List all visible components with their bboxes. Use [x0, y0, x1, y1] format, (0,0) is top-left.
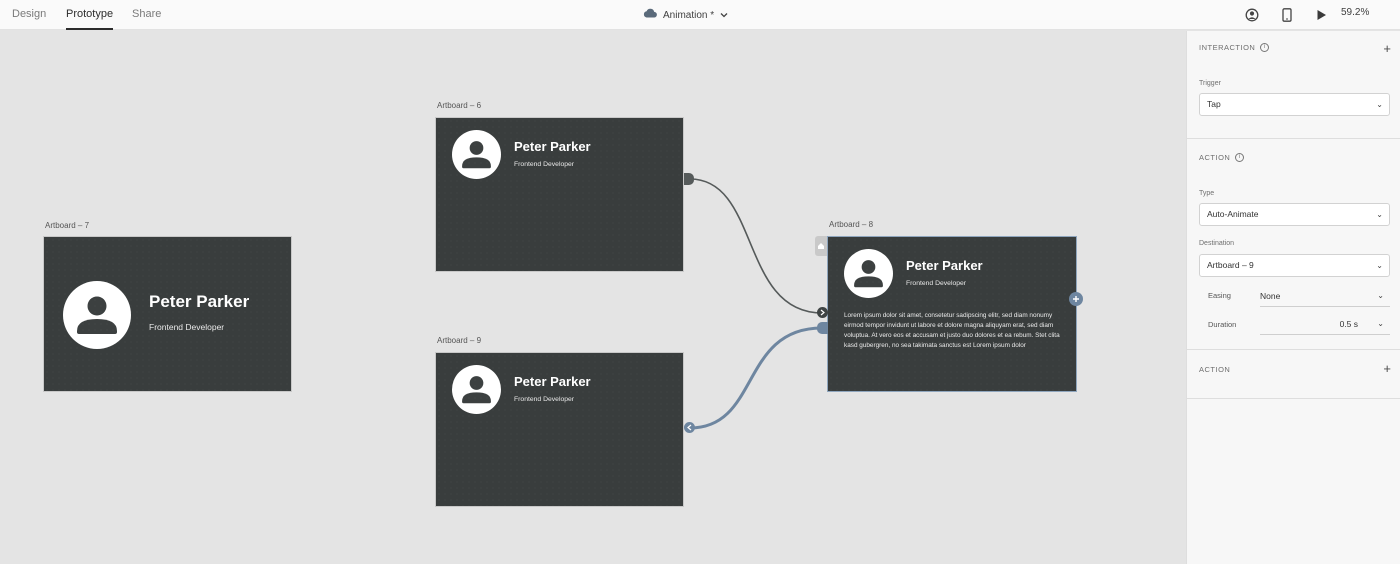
property-inspector: INTERACTION i + Trigger Tap ⌄ ACTION i T… [1186, 31, 1400, 564]
chevron-down-icon: ⌄ [1376, 100, 1383, 109]
profile-name: Peter Parker [149, 292, 250, 311]
artboard-8[interactable]: Peter Parker Frontend Developer Lorem ip… [827, 236, 1077, 392]
action-section-2: ACTION + [1187, 350, 1400, 399]
add-interaction-button[interactable]: + [1383, 42, 1391, 55]
profile-role: Frontend Developer [149, 322, 225, 332]
artboard-label[interactable]: Artboard – 7 [45, 221, 89, 230]
user-icon [77, 296, 117, 334]
artboard-9[interactable]: Peter Parker Frontend Developer [435, 352, 684, 507]
play-icon[interactable] [1312, 6, 1330, 24]
wire-artboard8-to-artboard9 [689, 326, 823, 430]
avatar [63, 281, 131, 349]
easing-select[interactable]: None ⌄ [1260, 288, 1390, 307]
canvas[interactable]: Artboard – 7 Peter Parker Frontend Devel… [0, 31, 1186, 564]
profile-bio: Lorem ipsum dolor sit amet, consetetur s… [844, 312, 1060, 349]
interaction-section: INTERACTION i + Trigger Tap ⌄ [1187, 31, 1400, 139]
profile-name: Peter Parker [514, 139, 591, 154]
action-section: ACTION i Type Auto-Animate ⌄ Destination… [1187, 139, 1400, 350]
user-icon [462, 376, 491, 404]
device-preview-icon[interactable] [1278, 6, 1296, 24]
duration-label: Duration [1208, 320, 1237, 329]
user-icon [462, 141, 491, 169]
artboard-label[interactable]: Artboard – 8 [829, 220, 873, 229]
profile-role: Frontend Developer [514, 161, 575, 168]
artboard-label[interactable]: Artboard – 6 [437, 101, 481, 110]
info-icon[interactable]: i [1235, 153, 1245, 162]
avatar [452, 130, 501, 179]
cloud-icon [643, 1, 657, 30]
tab-prototype[interactable]: Prototype [66, 0, 114, 30]
document-title-dropdown[interactable]: Animation * [643, 0, 728, 30]
chevron-down-icon: ⌄ [1377, 319, 1384, 328]
home-icon[interactable] [815, 236, 827, 256]
tab-share[interactable]: Share [132, 0, 161, 30]
trigger-label: Trigger [1199, 80, 1221, 87]
chevron-down-icon: ⌄ [1376, 210, 1383, 219]
type-select[interactable]: Auto-Animate ⌄ [1199, 203, 1390, 226]
wire-start-handle[interactable] [684, 173, 694, 185]
wire-artboard6-to-artboard8 [689, 178, 823, 314]
action-title: ACTION [1199, 365, 1231, 374]
type-label: Type [1199, 190, 1215, 197]
document-title: Animation * [663, 9, 715, 21]
user-circle-icon[interactable] [1243, 6, 1261, 24]
interaction-title: INTERACTION i [1199, 43, 1270, 52]
artboard-7[interactable]: Peter Parker Frontend Developer [43, 236, 292, 392]
chevron-right-icon[interactable] [817, 307, 828, 318]
user-icon [854, 260, 883, 288]
avatar [844, 249, 893, 298]
tab-design[interactable]: Design [12, 0, 46, 30]
chevron-left-icon[interactable] [684, 422, 695, 433]
trigger-select[interactable]: Tap ⌄ [1199, 93, 1390, 116]
wire-start-handle-selected[interactable] [817, 322, 828, 334]
profile-name: Peter Parker [514, 374, 591, 389]
avatar [452, 365, 501, 414]
zoom-level[interactable]: 59.2% [1341, 0, 1369, 30]
chevron-down-icon: ⌄ [1376, 261, 1383, 270]
info-icon[interactable]: i [1260, 43, 1270, 52]
easing-label: Easing [1208, 291, 1231, 300]
chevron-down-icon: ⌄ [1377, 291, 1384, 300]
action-title: ACTION i [1199, 153, 1245, 162]
profile-role: Frontend Developer [514, 396, 575, 403]
add-action-button[interactable]: + [1383, 362, 1391, 375]
add-interaction-icon[interactable] [1069, 292, 1083, 306]
top-bar: Design Prototype Share Animation * 59.2% [0, 0, 1400, 30]
duration-select[interactable]: 0.5 s ⌄ [1260, 316, 1390, 335]
artboard-label[interactable]: Artboard – 9 [437, 336, 481, 345]
destination-select[interactable]: Artboard – 9 ⌄ [1199, 254, 1390, 277]
destination-label: Destination [1199, 240, 1235, 247]
artboard-6[interactable]: Peter Parker Frontend Developer [435, 117, 684, 272]
chevron-down-icon [720, 1, 728, 30]
profile-role: Frontend Developer [906, 280, 967, 287]
profile-name: Peter Parker [906, 258, 983, 273]
